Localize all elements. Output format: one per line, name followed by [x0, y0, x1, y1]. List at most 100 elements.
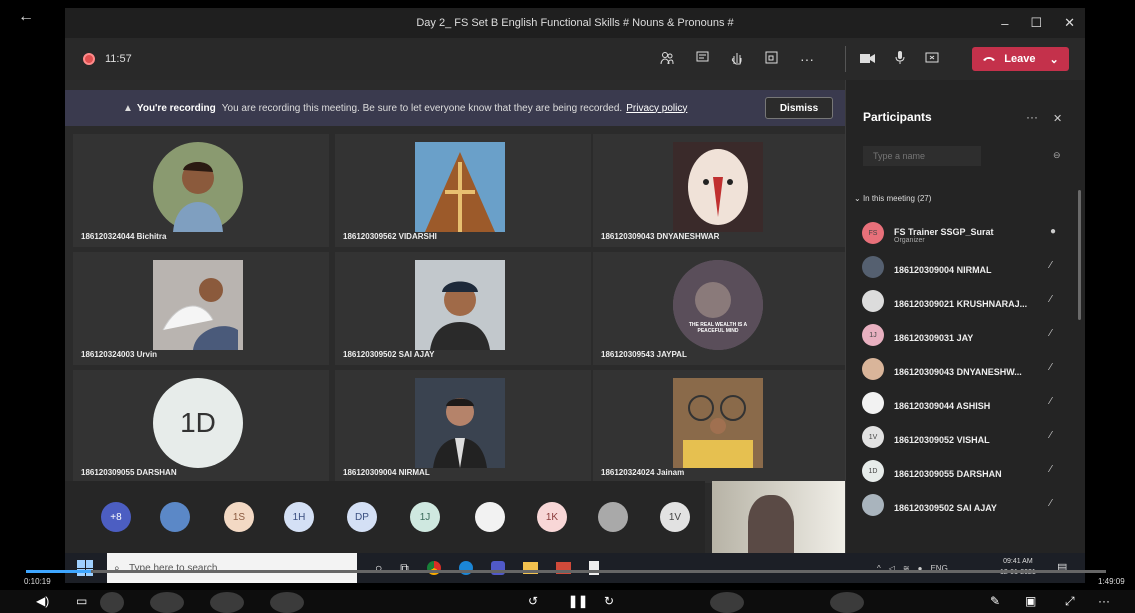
chevron-down-icon[interactable]: ⌄	[1049, 53, 1058, 66]
more-participants-chip[interactable]: +8	[101, 502, 131, 532]
participant-chip[interactable]: 1H	[284, 502, 314, 532]
captions-icon[interactable]: ▭	[76, 594, 87, 608]
participant-avatar: 1D	[862, 460, 884, 482]
total-time: 1:49:09	[1098, 577, 1125, 586]
pen-icon[interactable]: ✎	[990, 594, 1000, 608]
chip-label: 1V	[668, 511, 682, 523]
participant-chip[interactable]: 1V	[660, 502, 690, 532]
section-header[interactable]: ⌄ In this meeting (27)	[854, 194, 931, 203]
participant-row[interactable]: 186120309043 DNYANESHW... ⁄	[856, 354, 1066, 384]
video-tile[interactable]: THE REAL WEALTH IS A PEACEFUL MIND 18612…	[593, 252, 849, 365]
player-more-icon[interactable]: ···	[1098, 594, 1110, 608]
participant-chip[interactable]: DP	[347, 502, 377, 532]
minimize-icon[interactable]: –	[1001, 16, 1008, 31]
mic-muted-icon[interactable]: ⁄	[1050, 260, 1052, 271]
mic-muted-icon[interactable]: ⁄	[1050, 362, 1052, 373]
back-arrow-icon[interactable]: ←	[18, 8, 34, 26]
thumbnail-icon	[150, 592, 184, 613]
participant-chip[interactable]	[475, 502, 505, 532]
participant-row[interactable]: 186120309004 NIRMAL ⁄	[856, 252, 1066, 282]
participant-row[interactable]: 1V 186120309052 VISHAL ⁄	[856, 422, 1066, 452]
more-actions-icon[interactable]: ···	[800, 51, 814, 67]
picture-in-picture-icon[interactable]: ▣	[1025, 594, 1036, 608]
video-tile[interactable]: 186120324003 Urvin	[73, 252, 329, 365]
participant-chip[interactable]: 1S	[224, 502, 254, 532]
close-icon[interactable]: ✕	[1064, 15, 1075, 31]
forward-30-icon[interactable]: ↻	[604, 594, 614, 608]
mic-muted-icon[interactable]: ⁄	[1050, 328, 1052, 339]
teams-window: Day 2_ FS Set B English Functional Skill…	[65, 8, 1085, 553]
participants-panel: Participants ··· ✕ ⊖ ⌄ In this meeting (…	[845, 80, 1085, 553]
invite-icon[interactable]: ⊖	[1053, 150, 1061, 161]
seek-bar[interactable]	[26, 570, 1106, 573]
chip-label: DP	[355, 511, 369, 523]
phone-icon	[982, 53, 996, 65]
avatar	[415, 142, 505, 232]
participant-row[interactable]: 186120309021 KRUSHNARAJ... ⁄	[856, 286, 1066, 316]
task-view-icon[interactable]: ⧉	[400, 561, 409, 576]
taskbar-search[interactable]: ⌕ Type here to search	[107, 553, 357, 583]
video-grid: 186120324044 Bichitra 186120309562 VIDAR…	[65, 126, 849, 483]
more-options-icon[interactable]: ···	[1026, 110, 1038, 124]
chat-icon[interactable]	[696, 51, 709, 67]
video-tile[interactable]: 186120324044 Bichitra	[73, 134, 329, 247]
windows-taskbar: ⌕ Type here to search ○ ⧉ ^ ◁ ≋ ● ENG 09…	[65, 553, 1085, 583]
share-screen-icon[interactable]	[925, 51, 939, 67]
mic-on-icon[interactable]: ●	[1050, 226, 1056, 237]
participant-chip[interactable]	[598, 502, 628, 532]
maximize-icon[interactable]: ☐	[1030, 15, 1042, 31]
participant-name: 186120324024 Jainam	[601, 468, 685, 477]
participants-icon[interactable]	[660, 51, 674, 68]
participant-chip[interactable]: 1J	[410, 502, 440, 532]
video-tile[interactable]: 186120309562 VIDARSHI	[335, 134, 591, 247]
chip-label: +8	[110, 511, 122, 523]
mic-muted-icon[interactable]: ⁄	[1050, 464, 1052, 475]
participant-chip[interactable]	[160, 502, 190, 532]
video-tile[interactable]: 1D 186120309055 DARSHAN	[73, 370, 329, 483]
rewind-10-icon[interactable]: ↺	[528, 594, 538, 608]
microphone-icon[interactable]	[895, 50, 905, 68]
participant-avatar: FS	[862, 222, 884, 244]
participant-chip[interactable]: 1K	[537, 502, 567, 532]
fullscreen-icon[interactable]: ⤢	[1065, 594, 1075, 609]
avatar	[415, 260, 505, 350]
mic-muted-icon[interactable]: ⁄	[1050, 294, 1052, 305]
leave-button[interactable]: Leave ⌄	[972, 47, 1069, 71]
participant-avatar	[862, 494, 884, 516]
raise-hand-icon[interactable]	[731, 51, 743, 68]
chip-label: 1H	[292, 511, 306, 523]
participant-name: 186120309052 VISHAL	[894, 435, 990, 445]
privacy-policy-link[interactable]: Privacy policy	[626, 103, 687, 114]
participant-name: 186120309502 SAI AJAY	[894, 503, 997, 513]
scrollbar[interactable]	[1078, 190, 1081, 320]
participant-search-input[interactable]	[863, 146, 981, 166]
dismiss-button[interactable]: Dismiss	[765, 97, 833, 119]
video-tile[interactable]: 186120309043 DNYANESHWAR	[593, 134, 849, 247]
participant-name: 186120309543 JAYPAL	[601, 350, 687, 359]
mic-muted-icon[interactable]: ⁄	[1050, 396, 1052, 407]
video-tile[interactable]: 186120309004 NIRMAL	[335, 370, 591, 483]
participant-avatar	[862, 290, 884, 312]
chip-label: 1J	[419, 511, 431, 523]
mic-muted-icon[interactable]: ⁄	[1050, 430, 1052, 441]
camera-icon[interactable]	[860, 51, 875, 67]
volume-icon[interactable]: ◀)	[36, 594, 49, 608]
participant-row[interactable]: 186120309502 SAI AJAY ⁄	[856, 490, 1066, 520]
avatar	[153, 260, 243, 350]
mic-muted-icon[interactable]: ⁄	[1050, 498, 1052, 509]
participant-row[interactable]: 1J 186120309031 JAY ⁄	[856, 320, 1066, 350]
close-panel-icon[interactable]: ✕	[1053, 112, 1062, 125]
video-tile[interactable]: 186120324024 Jainam	[593, 370, 849, 483]
participant-row[interactable]: 186120309044 ASHISH ⁄	[856, 388, 1066, 418]
banner-bold: You're recording	[136, 102, 216, 114]
pause-icon[interactable]: ❚❚	[568, 594, 588, 608]
participant-avatar	[862, 256, 884, 278]
video-tile[interactable]: 186120309502 SAI AJAY	[335, 252, 591, 365]
taskbar-clock[interactable]: 09:41 AM 12-01-2021	[1000, 556, 1036, 578]
warning-icon: ▲	[123, 102, 133, 114]
windows-start-icon[interactable]	[77, 560, 93, 576]
participant-row[interactable]: FS FS Trainer SSGP_Surat Organizer ●	[856, 218, 1066, 248]
participant-row[interactable]: 1D 186120309055 DARSHAN ⁄	[856, 456, 1066, 486]
rooms-icon[interactable]	[765, 51, 778, 67]
self-video-preview[interactable]	[712, 481, 845, 553]
